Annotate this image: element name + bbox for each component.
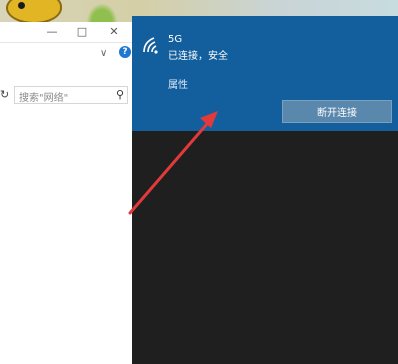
wallpaper-fish-image xyxy=(6,0,62,24)
wallpaper-plant-image xyxy=(84,0,120,22)
refresh-icon[interactable]: ↻ xyxy=(0,88,9,101)
search-placeholder: 搜索"网络" xyxy=(19,93,69,104)
close-button[interactable]: ✕ xyxy=(104,26,124,38)
connection-status: 已连接，安全 xyxy=(168,51,228,62)
expand-ribbon-chevron-icon[interactable]: ∨ xyxy=(100,48,107,59)
disconnect-button[interactable]: 断开连接 xyxy=(282,100,392,123)
network-flyout-panel: 5G 已连接，安全 属性 断开连接 xyxy=(132,16,398,364)
network-item-5g[interactable]: 5G 已连接，安全 属性 断开连接 xyxy=(132,16,398,131)
file-explorer-window xyxy=(0,22,136,364)
minimize-button[interactable]: — xyxy=(42,26,62,38)
search-icon[interactable]: ⚲ xyxy=(116,88,124,101)
maximize-button[interactable]: □ xyxy=(72,26,92,38)
wifi-icon xyxy=(143,37,158,54)
help-icon[interactable]: ? xyxy=(119,46,131,58)
search-input[interactable]: 搜索"网络" ⚲ xyxy=(14,86,128,104)
network-ssid: 5G xyxy=(168,34,183,45)
properties-link[interactable]: 属性 xyxy=(168,76,188,91)
